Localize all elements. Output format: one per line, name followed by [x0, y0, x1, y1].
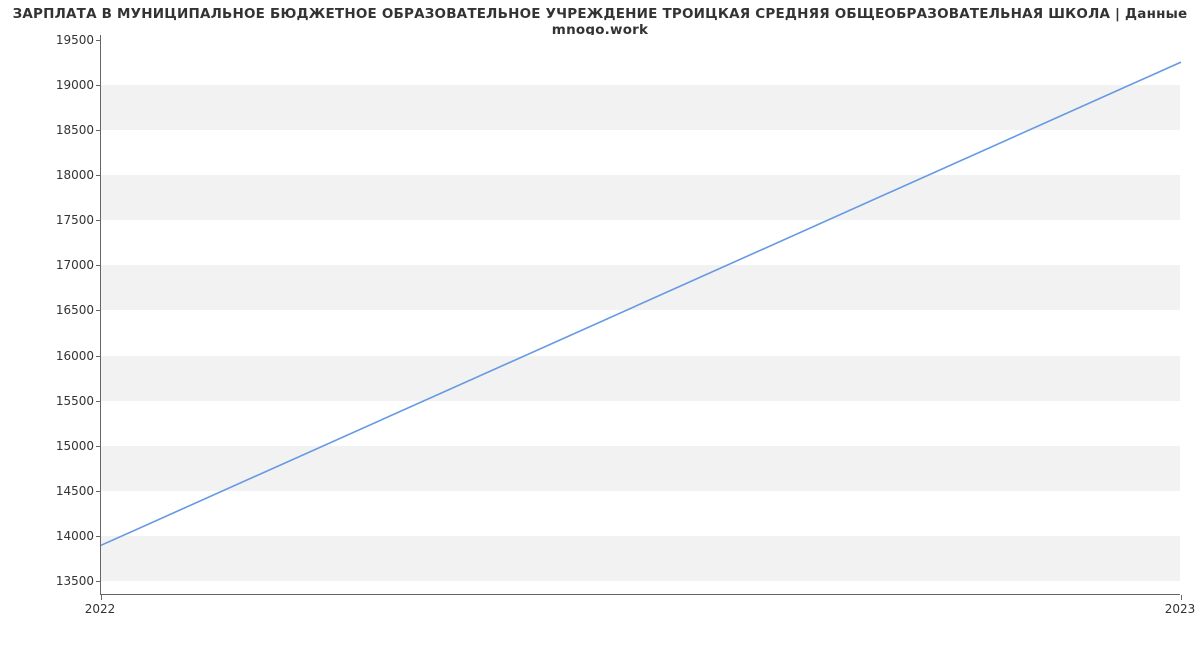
y-tick-mark	[96, 491, 101, 492]
chart-container: ЗАРПЛАТА В МУНИЦИПАЛЬНОЕ БЮДЖЕТНОЕ ОБРАЗ…	[0, 0, 1200, 650]
y-tick-mark	[96, 536, 101, 537]
y-tick-mark	[96, 446, 101, 447]
y-tick-label: 15000	[34, 439, 94, 453]
y-tick-mark	[96, 401, 101, 402]
series-line	[101, 62, 1181, 545]
y-tick-mark	[96, 85, 101, 86]
y-tick-label: 14500	[34, 484, 94, 498]
plot-area	[100, 35, 1180, 595]
y-tick-label: 16000	[34, 349, 94, 363]
y-tick-mark	[96, 356, 101, 357]
y-tick-label: 14000	[34, 529, 94, 543]
y-tick-mark	[96, 40, 101, 41]
y-tick-label: 19000	[34, 78, 94, 92]
y-tick-label: 16500	[34, 303, 94, 317]
y-tick-mark	[96, 175, 101, 176]
y-tick-label: 18000	[34, 168, 94, 182]
y-tick-mark	[96, 220, 101, 221]
y-tick-mark	[96, 310, 101, 311]
y-tick-label: 15500	[34, 394, 94, 408]
y-tick-mark	[96, 581, 101, 582]
y-tick-label: 18500	[34, 123, 94, 137]
line-layer	[101, 35, 1181, 595]
y-tick-label: 17500	[34, 213, 94, 227]
x-tick-mark	[101, 595, 102, 600]
y-tick-label: 17000	[34, 258, 94, 272]
x-tick-label: 2023	[1165, 602, 1196, 616]
x-tick-label: 2022	[85, 602, 116, 616]
chart-title: ЗАРПЛАТА В МУНИЦИПАЛЬНОЕ БЮДЖЕТНОЕ ОБРАЗ…	[0, 6, 1200, 38]
y-tick-mark	[96, 130, 101, 131]
y-tick-label: 13500	[34, 574, 94, 588]
y-tick-mark	[96, 265, 101, 266]
x-tick-mark	[1181, 595, 1182, 600]
y-tick-label: 19500	[34, 33, 94, 47]
